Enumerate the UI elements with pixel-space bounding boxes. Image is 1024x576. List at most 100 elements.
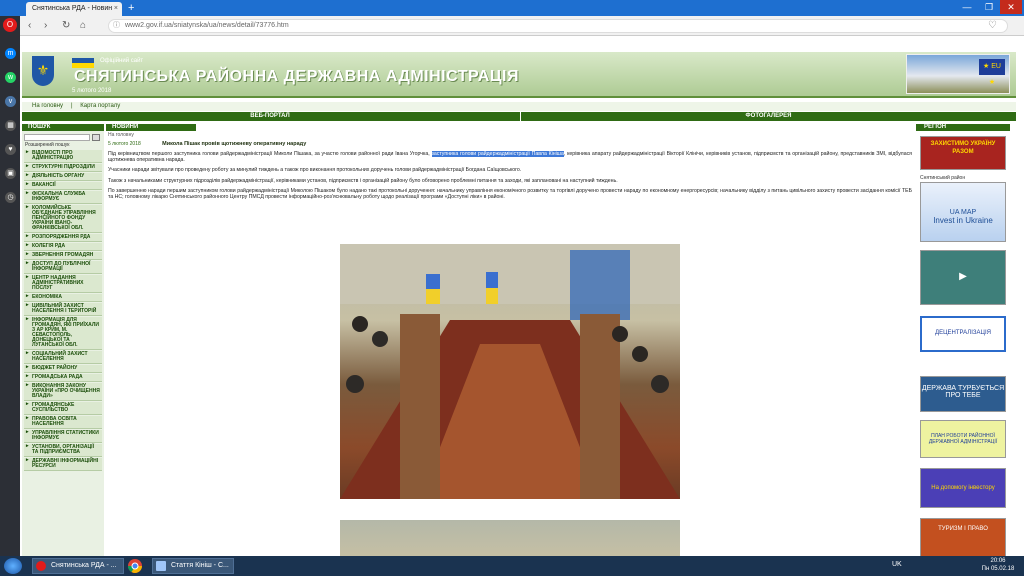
back-button[interactable]: ‹ bbox=[28, 19, 31, 33]
opera-sidebar: O m w v ▦ ♥ ▣ ◷ bbox=[0, 16, 20, 556]
home-link[interactable]: На головну bbox=[32, 103, 63, 109]
sidebar-menu-item[interactable]: Соціальний захист населення bbox=[24, 351, 102, 364]
region-label: Снятинський район bbox=[920, 175, 966, 181]
document-icon bbox=[156, 561, 166, 571]
browser-tab-bar: Снятинська РДА - Новин × + — ❐ ✕ bbox=[0, 0, 1024, 16]
article-paragraph-1: Під керівництвом першого заступника голо… bbox=[108, 151, 912, 163]
web-portal-link[interactable]: ВЕБ-ПОРТАЛ bbox=[22, 112, 518, 121]
photo-gallery-link[interactable]: ФОТОГАЛЕРЕЯ bbox=[520, 112, 1016, 121]
home-button[interactable]: ⌂ bbox=[80, 19, 86, 33]
tab-close-icon[interactable]: × bbox=[114, 2, 118, 16]
sidebar-menu-item[interactable]: Діяльність органу bbox=[24, 173, 102, 181]
sidebar-menu-item[interactable]: Установи, організації та підприємства bbox=[24, 444, 102, 457]
invest-in-ukraine-banner[interactable]: UA MAP Invest in Ukraine bbox=[920, 182, 1006, 242]
top-links: На головну | Карта порталу bbox=[22, 102, 1016, 111]
sidebar-menu-item[interactable]: Центр надання адміністративних послуг bbox=[24, 275, 102, 293]
sidebar-menu-item[interactable]: Громадська рада bbox=[24, 374, 102, 382]
eu-flag-icon: ★ EU ★ bbox=[979, 59, 1005, 86]
language-indicator[interactable]: UK bbox=[892, 561, 902, 568]
defend-ukraine-banner[interactable]: ЗАХИСТИМО УКРАЇНУ РАЗОМ bbox=[920, 136, 1006, 170]
play-icon[interactable]: ▶ bbox=[959, 271, 967, 282]
chrome-icon[interactable] bbox=[126, 558, 144, 574]
url-text: www2.gov.if.ua/sniatynska/ua/news/detail… bbox=[125, 22, 289, 29]
site-title[interactable]: СНЯТИНСЬКА РАЙОННА ДЕРЖАВНА АДМІНІСТРАЦІ… bbox=[74, 68, 519, 86]
sidebar-menu-item[interactable]: Цивільний захист населення і територій bbox=[24, 303, 102, 316]
article-paragraph-3: Також з начальниками структурних підрозд… bbox=[108, 177, 618, 184]
maximize-button[interactable]: ❐ bbox=[978, 0, 1000, 14]
sidebar-menu-item[interactable]: Інформація для громадян, які приїхали з … bbox=[24, 317, 102, 350]
advanced-search-link[interactable]: Розширений пошук bbox=[22, 142, 104, 148]
main-content: НОВИНИ На головну 5 лютого 2018 Микола П… bbox=[106, 124, 914, 556]
system-clock[interactable]: 20:06 Пн 05.02.18 bbox=[980, 557, 1016, 573]
reload-button[interactable]: ↻ bbox=[62, 19, 70, 33]
opera-logo-icon[interactable]: O bbox=[3, 18, 17, 32]
taskbar-opera[interactable]: Снятинська РДА - ... bbox=[32, 558, 124, 574]
region-heading: РЕГІОН bbox=[916, 124, 1010, 131]
forward-button[interactable]: › bbox=[44, 19, 47, 33]
bookmark-heart-icon[interactable]: ♡ bbox=[988, 19, 997, 33]
tourism-banner[interactable]: ТУРИЗМ І ПРАВО bbox=[920, 518, 1006, 556]
snapshot-icon[interactable]: ▣ bbox=[5, 168, 16, 179]
ua-map-label: UA MAP bbox=[949, 209, 977, 216]
search-input[interactable] bbox=[24, 134, 90, 141]
sidebar-menu-item[interactable]: Бюджет району bbox=[24, 365, 102, 373]
close-window-button[interactable]: ✕ bbox=[1000, 0, 1022, 14]
ukraine-flag-icon bbox=[72, 58, 94, 68]
article-paragraph-2: Учасники наради звітували про проведену … bbox=[108, 167, 522, 174]
minimize-button[interactable]: — bbox=[956, 0, 978, 14]
windows-taskbar: Снятинська РДА - ... Стаття Кініш - С...… bbox=[0, 556, 1024, 576]
info-icon[interactable]: ⓘ bbox=[113, 20, 120, 32]
sidebar-menu-item[interactable]: Вакансії bbox=[24, 182, 102, 190]
sidebar-menu-item[interactable]: Фіскальна служба інформує bbox=[24, 191, 102, 204]
sitemap-link[interactable]: Карта порталу bbox=[80, 103, 120, 109]
header-date: 5 лютого 2018 bbox=[72, 88, 112, 94]
sidebar-menu-item[interactable]: Громадянське суспільство bbox=[24, 402, 102, 415]
investor-help-banner[interactable]: На допомогу інвестору bbox=[920, 468, 1006, 508]
url-input[interactable]: ⓘ www2.gov.if.ua/sniatynska/ua/news/deta… bbox=[108, 19, 1008, 33]
bookmarks-icon[interactable]: ♥ bbox=[5, 144, 16, 155]
tab-title: Снятинська РДА - Новин bbox=[32, 5, 113, 12]
browser-tab[interactable]: Снятинська РДА - Новин × bbox=[26, 2, 122, 16]
web-page: ⚜ Офіційний сайт СНЯТИНСЬКА РАЙОННА ДЕРЖ… bbox=[22, 36, 1016, 556]
sidebar-menu-item[interactable]: Економіка bbox=[24, 294, 102, 302]
sidebar-menu-item[interactable]: Виконання Закону України «Про очищення в… bbox=[24, 383, 102, 401]
start-button[interactable] bbox=[4, 558, 22, 574]
search-button[interactable] bbox=[92, 134, 100, 141]
taskbar-opera-label: Снятинська РДА - ... bbox=[51, 562, 117, 569]
site-header: ⚜ Офіційний сайт СНЯТИНСЬКА РАЙОННА ДЕРЖ… bbox=[22, 52, 1016, 98]
video-banner[interactable]: ▶ bbox=[920, 250, 1006, 305]
site-subtitle: Офіційний сайт bbox=[100, 58, 144, 64]
new-tab-button[interactable]: + bbox=[128, 1, 134, 15]
speed-dial-icon[interactable]: ▦ bbox=[5, 120, 16, 131]
sidebar-menu-item[interactable]: Правова освіта населення bbox=[24, 416, 102, 429]
sidebar-menu-item[interactable]: Державні інформаційні ресурси bbox=[24, 458, 102, 471]
sidebar-menu-item[interactable]: Відомості про адміністрацію bbox=[24, 150, 102, 163]
vk-icon[interactable]: v bbox=[5, 96, 16, 107]
p1-text-a: Під керівництвом першого заступника голо… bbox=[108, 151, 432, 157]
sidebar-menu-item[interactable]: Коломийське об'єднане управління Пенсійн… bbox=[24, 205, 102, 233]
sidebar-menu-item[interactable]: Звернення громадян bbox=[24, 252, 102, 260]
messenger-icon[interactable]: m bbox=[5, 48, 16, 59]
decentralization-banner[interactable]: ДЕЦЕНТРАЛІЗАЦІЯ bbox=[920, 316, 1006, 352]
news-heading: НОВИНИ bbox=[106, 124, 196, 131]
meeting-photo-2 bbox=[340, 520, 680, 556]
meeting-photo bbox=[340, 244, 680, 499]
left-sidebar: ПОШУК Розширений пошук Відомості про адм… bbox=[22, 124, 104, 556]
sidebar-menu-item[interactable]: Розпорядження РДА bbox=[24, 234, 102, 242]
header-photo: ★ EU ★ bbox=[906, 54, 1010, 94]
opera-icon bbox=[36, 561, 46, 571]
p1-selected-text: заступника голови райдержадміністрації П… bbox=[431, 151, 564, 157]
news-breadcrumb[interactable]: На головну bbox=[106, 132, 914, 138]
history-icon[interactable]: ◷ bbox=[5, 192, 16, 203]
sidebar-menu-item[interactable]: Управління статистики інформує bbox=[24, 430, 102, 443]
state-cares-banner[interactable]: ДЕРЖАВА ТУРБУЄТЬСЯ ПРО ТЕБЕ bbox=[920, 376, 1006, 412]
clock-date: Пн 05.02.18 bbox=[981, 566, 1015, 572]
sidebar-menu-item[interactable]: Колегія РДА bbox=[24, 243, 102, 251]
invest-label: Invest in Ukraine bbox=[933, 216, 993, 225]
sidebar-menu: Відомості про адміністраціюСтруктурні пі… bbox=[22, 150, 104, 471]
sidebar-menu-item[interactable]: Доступ до публічної інформації bbox=[24, 261, 102, 274]
whatsapp-icon[interactable]: w bbox=[5, 72, 16, 83]
work-plan-banner[interactable]: ПЛАН РОБОТИ РАЙОННОЇ ДЕРЖАВНОЇ АДМІНІСТР… bbox=[920, 420, 1006, 458]
taskbar-document[interactable]: Стаття Кініш - С... bbox=[152, 558, 234, 574]
sidebar-menu-item[interactable]: Структурні підрозділи bbox=[24, 164, 102, 172]
